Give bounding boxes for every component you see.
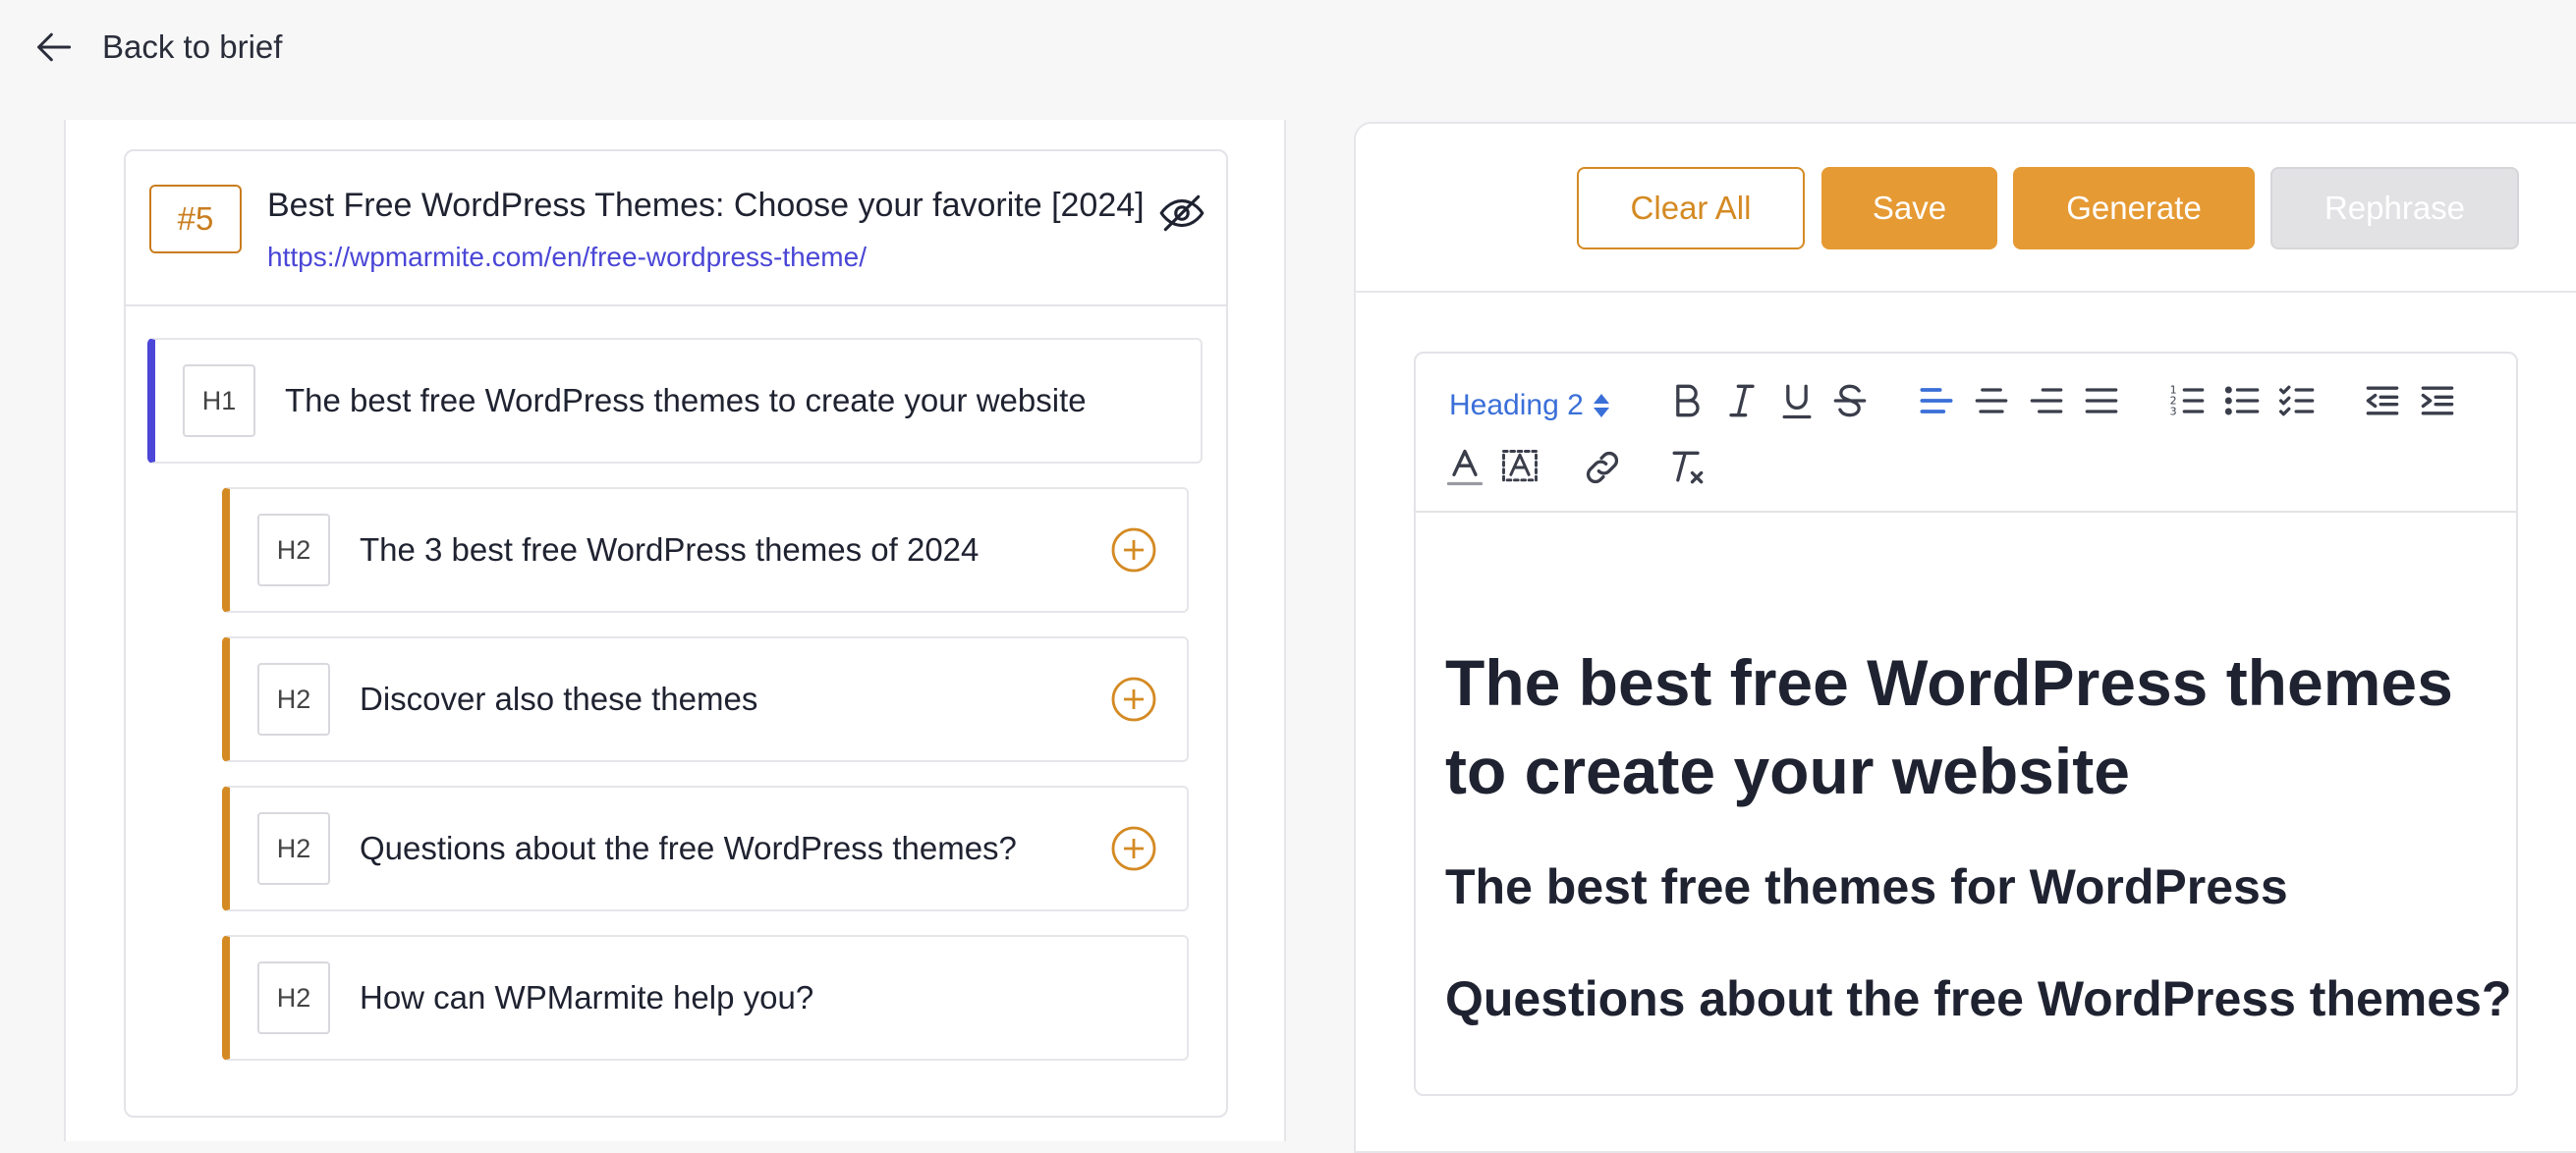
text-color-icon[interactable] [1443, 446, 1486, 489]
heading-text: The best free WordPress themes to create… [285, 382, 1087, 418]
ordered-list-icon[interactable]: 123 [2166, 379, 2210, 422]
heading-level-tag: H2 [257, 514, 330, 586]
clear-all-button[interactable]: Clear All [1577, 167, 1805, 249]
save-button[interactable]: Save [1821, 167, 1997, 249]
sort-arrows-icon [1593, 394, 1609, 417]
content-heading-2: The best free themes for WordPress [1445, 859, 2288, 914]
heading-text: Discover also these themes [360, 681, 758, 717]
divider [1354, 291, 2576, 293]
heading-text: How can WPMarmite help you? [360, 979, 814, 1016]
editor-content[interactable]: The best free WordPress themes to create… [1445, 638, 2512, 1027]
heading-level-tag: H1 [183, 364, 255, 437]
heading-level-tag: H2 [257, 663, 330, 736]
heading-row-h2[interactable]: H2 The 3 best free WordPress themes of 2… [222, 487, 1189, 613]
heading-level-tag: H2 [257, 812, 330, 885]
heading-row-h2[interactable]: H2 Questions about the free WordPress th… [222, 786, 1189, 911]
outdent-icon[interactable] [2361, 379, 2404, 422]
align-left-icon[interactable] [1915, 379, 1958, 422]
source-card-header: #5 Best Free WordPress Themes: Choose yo… [126, 151, 1226, 306]
eye-off-icon[interactable] [1157, 189, 1206, 238]
clear-format-icon[interactable] [1665, 446, 1708, 489]
strikethrough-icon[interactable] [1828, 379, 1872, 422]
heading-row-h2[interactable]: H2 How can WPMarmite help you? [222, 935, 1189, 1061]
align-justify-icon[interactable] [2080, 379, 2123, 422]
content-heading-2: Questions about the free WordPress theme… [1445, 971, 2512, 1026]
indent-icon[interactable] [2416, 379, 2459, 422]
back-to-brief-label: Back to brief [102, 28, 283, 65]
arrow-left-icon [37, 32, 72, 62]
toolbar-divider [1416, 511, 2516, 513]
heading-style-select[interactable]: Heading 2 [1449, 377, 1611, 434]
checklist-icon[interactable] [2276, 379, 2320, 422]
bold-icon[interactable] [1665, 379, 1708, 422]
add-circle-icon[interactable] [1110, 676, 1157, 723]
heading-style-value: Heading 2 [1449, 389, 1584, 421]
highlight-color-icon[interactable] [1498, 446, 1541, 489]
rich-text-editor[interactable]: Heading 2 123 The best free WordPress th… [1414, 352, 2518, 1096]
bullet-list-icon[interactable] [2221, 379, 2265, 422]
content-heading-1: The best free WordPress themes to create… [1445, 646, 2453, 807]
source-url-link[interactable]: https://wpmarmite.com/en/free-wordpress-… [267, 242, 867, 273]
add-circle-icon[interactable] [1110, 526, 1157, 574]
align-center-icon[interactable] [1970, 379, 2013, 422]
generate-button[interactable]: Generate [2013, 167, 2255, 249]
source-title: Best Free WordPress Themes: Choose your … [267, 187, 1145, 224]
align-right-icon[interactable] [2025, 379, 2068, 422]
svg-text:3: 3 [2170, 406, 2177, 418]
heading-level-tag: H2 [257, 961, 330, 1034]
italic-icon[interactable] [1720, 379, 1764, 422]
heading-text: The 3 best free WordPress themes of 2024 [360, 531, 980, 568]
heading-row-h2[interactable]: H2 Discover also these themes [222, 636, 1189, 762]
link-icon[interactable] [1581, 446, 1624, 489]
back-to-brief-link[interactable]: Back to brief [33, 22, 282, 73]
underline-icon[interactable] [1775, 379, 1819, 422]
rank-badge: #5 [149, 185, 242, 253]
rephrase-button[interactable]: Rephrase [2270, 167, 2519, 249]
heading-row-h1[interactable]: H1 The best free WordPress themes to cre… [147, 338, 1203, 464]
heading-text: Questions about the free WordPress theme… [360, 830, 1017, 866]
add-circle-icon[interactable] [1110, 825, 1157, 872]
